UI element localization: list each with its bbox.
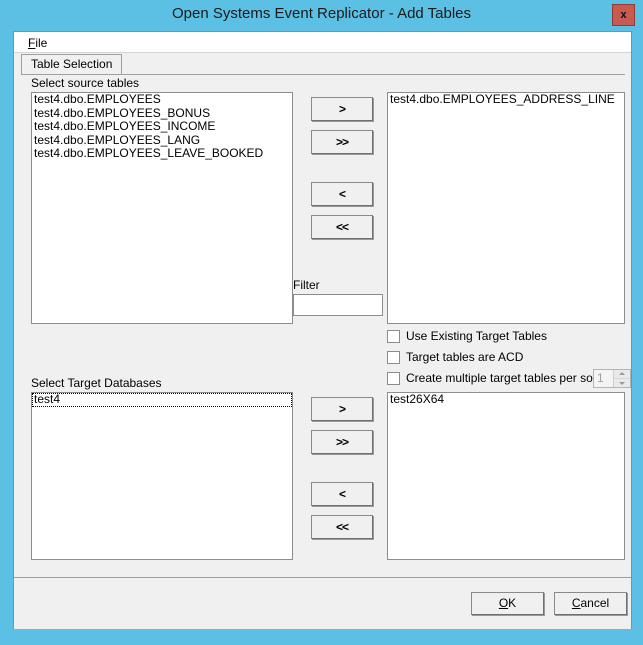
option-label: Create multiple target tables per source xyxy=(406,371,617,385)
target-move-left-button[interactable]: < xyxy=(311,482,373,506)
close-icon[interactable]: x xyxy=(612,4,635,26)
checkbox-use-existing-target-tables[interactable] xyxy=(387,329,400,343)
list-item[interactable]: test4 xyxy=(32,393,292,407)
ok-accel: O xyxy=(498,596,509,610)
option-label: Use Existing Target Tables xyxy=(406,329,547,343)
window-title: Open Systems Event Replicator - Add Tabl… xyxy=(171,5,472,22)
title-bar: Open Systems Event Replicator - Add Tabl… xyxy=(0,0,643,31)
chevron-up-icon[interactable] xyxy=(614,370,630,379)
list-item[interactable]: test26X64 xyxy=(388,393,624,407)
move-all-right-button[interactable]: >> xyxy=(311,130,373,154)
tab-table-selection[interactable]: Table Selection xyxy=(21,54,123,74)
stepper-buttons xyxy=(613,370,630,387)
option-create-multiple-target-tables[interactable]: Create multiple target tables per source xyxy=(387,371,616,385)
selected-tables-listbox[interactable]: test4.dbo.EMPLOYEES_ADDRESS_LINE xyxy=(387,92,625,324)
ok-button[interactable]: OK xyxy=(471,592,544,615)
chevron-down-icon[interactable] xyxy=(614,379,630,387)
stepper-value: 1 xyxy=(597,371,604,385)
list-item[interactable]: test4.dbo.EMPLOYEES_INCOME xyxy=(32,120,292,134)
checkbox-create-multiple-target-tables[interactable] xyxy=(387,371,400,385)
target-databases-label: Select Target Databases xyxy=(31,376,162,390)
list-item[interactable]: test4.dbo.EMPLOYEES xyxy=(32,93,292,107)
tab-panel-table-selection: Select source tables test4.dbo.EMPLOYEES… xyxy=(21,74,631,569)
list-item[interactable]: test4.dbo.EMPLOYEES_ADDRESS_LINE xyxy=(388,93,624,107)
application-window: Open Systems Event Replicator - Add Tabl… xyxy=(0,0,643,645)
checkbox-target-tables-are-acd[interactable] xyxy=(387,350,400,364)
selected-databases-listbox[interactable]: test26X64 xyxy=(387,392,625,560)
source-tables-listbox[interactable]: test4.dbo.EMPLOYEES test4.dbo.EMPLOYEES_… xyxy=(31,92,293,324)
list-item[interactable]: test4.dbo.EMPLOYEES_LANG xyxy=(32,133,292,148)
tab-strip: Table Selection xyxy=(21,54,625,75)
target-move-all-left-button[interactable]: << xyxy=(311,515,373,539)
cancel-rest: ancel xyxy=(580,596,610,610)
move-left-button[interactable]: < xyxy=(311,182,373,206)
client-area: File Table Selection Select source table… xyxy=(13,31,632,629)
menu-bar: File xyxy=(14,32,631,53)
move-right-button[interactable]: > xyxy=(311,97,373,121)
menu-file-rest: ile xyxy=(35,36,48,50)
menu-item-file[interactable]: File xyxy=(23,35,52,51)
filter-label: Filter xyxy=(293,278,320,292)
option-use-existing-target-tables[interactable]: Use Existing Target Tables xyxy=(387,329,547,343)
footer-bar: OK Cancel xyxy=(14,579,631,629)
list-item[interactable]: test4.dbo.EMPLOYEES_LEAVE_BOOKED xyxy=(32,147,292,161)
filter-input[interactable] xyxy=(293,294,383,316)
list-item[interactable]: test4.dbo.EMPLOYEES_BONUS xyxy=(32,106,292,121)
ok-rest: K xyxy=(508,596,517,610)
target-move-all-right-button[interactable]: >> xyxy=(311,430,373,454)
option-target-tables-are-acd[interactable]: Target tables are ACD xyxy=(387,350,523,364)
target-databases-listbox[interactable]: test4 xyxy=(31,392,293,560)
option-label: Target tables are ACD xyxy=(406,350,524,364)
target-move-right-button[interactable]: > xyxy=(311,397,373,421)
source-tables-label: Select source tables xyxy=(31,76,140,90)
multiple-target-tables-stepper[interactable]: 1 xyxy=(593,369,631,388)
move-all-left-button[interactable]: << xyxy=(311,215,373,239)
cancel-button[interactable]: Cancel xyxy=(554,592,627,615)
